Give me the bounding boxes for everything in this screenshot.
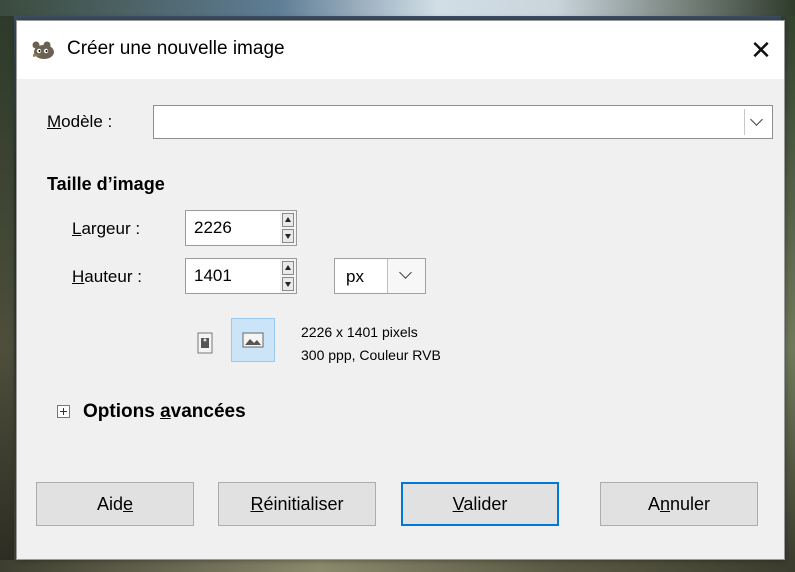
close-icon: ✕ — [750, 35, 772, 65]
width-increment-button[interactable] — [282, 213, 294, 227]
reset-button[interactable]: Réinitialiser — [218, 482, 376, 526]
width-spinbox[interactable] — [185, 210, 297, 246]
height-label: Hauteur : — [72, 267, 142, 286]
unit-value: px — [346, 267, 364, 286]
desktop-background-bottom — [0, 560, 795, 572]
height-increment-button[interactable] — [282, 261, 294, 275]
title-bar[interactable]: Créer une nouvelle image ✕ — [17, 21, 784, 79]
width-spin-buttons — [280, 211, 296, 245]
advanced-options-toggle[interactable]: Options avancées — [83, 401, 246, 423]
template-dropdown-button[interactable] — [744, 109, 770, 135]
chevron-down-icon — [750, 113, 763, 126]
landscape-orientation-button[interactable] — [231, 318, 275, 362]
unit-combobox[interactable]: px — [334, 258, 426, 294]
image-dimensions-text: 2226 x 1401 pixels — [301, 324, 418, 340]
height-spin-buttons — [280, 259, 296, 293]
height-decrement-button[interactable] — [282, 277, 294, 291]
template-combobox[interactable] — [153, 105, 773, 139]
image-resolution-text: 300 ppp, Couleur RVB — [301, 347, 441, 363]
image-info: 2226 x 1401 pixels 300 ppp, Couleur RVB — [301, 321, 441, 367]
width-label: Largeur : — [72, 219, 141, 238]
width-decrement-button[interactable] — [282, 229, 294, 243]
new-image-dialog: Créer une nouvelle image ✕ Modèle : Tail… — [16, 20, 785, 560]
expand-plus-icon[interactable] — [57, 405, 70, 418]
ok-button[interactable]: Valider — [401, 482, 559, 526]
help-button[interactable]: Aide — [36, 482, 194, 526]
height-spinbox[interactable] — [185, 258, 297, 294]
width-input[interactable] — [186, 211, 276, 245]
template-label: Modèle : — [47, 112, 113, 131]
gimp-wilber-icon — [32, 41, 54, 59]
window-title: Créer une nouvelle image — [67, 38, 285, 59]
chevron-down-icon — [399, 266, 412, 279]
close-button[interactable]: ✕ — [738, 27, 784, 73]
cancel-button[interactable]: Annuler — [600, 482, 758, 526]
height-input[interactable] — [186, 259, 276, 293]
desktop-background-top — [0, 0, 795, 16]
image-size-heading: Taille d’image — [47, 174, 165, 194]
portrait-orientation-icon[interactable] — [195, 332, 215, 354]
desktop-background-left — [0, 16, 14, 572]
landscape-orientation-icon — [242, 332, 264, 348]
unit-dropdown-button[interactable] — [387, 259, 425, 293]
